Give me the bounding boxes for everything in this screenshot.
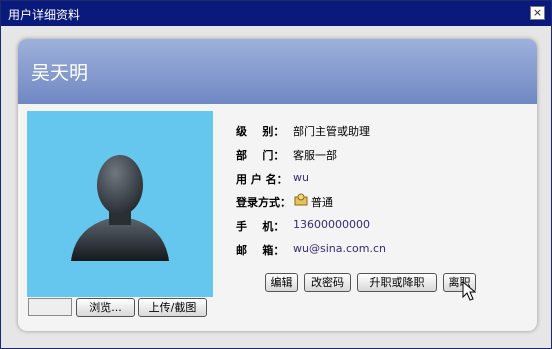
browse-button[interactable]: 浏览...: [76, 298, 135, 317]
profile-header: 吴天明: [18, 39, 537, 104]
mobile-value: 13600000000: [293, 218, 370, 231]
username-label: 用 户 名：: [236, 173, 288, 186]
user-detail-dialog: 用户详细资料 × 吴天明 浏览... 上传/截图 级 别： 部门主管或助理 部 …: [0, 0, 552, 349]
email-value: wu@sina.com.cn: [293, 242, 386, 255]
login-user-icon: [294, 193, 308, 206]
mouse-cursor-icon: [462, 281, 477, 301]
close-icon: ×: [532, 6, 543, 19]
login-label: 登录方式：: [236, 196, 291, 209]
email-label: 邮 箱：: [236, 244, 285, 257]
mobile-label: 手 机：: [236, 220, 285, 233]
file-path-field[interactable]: [28, 298, 72, 316]
user-silhouette-icon: [71, 155, 169, 261]
department-label: 部 门：: [236, 149, 285, 162]
change-password-button[interactable]: 改密码: [304, 273, 351, 292]
user-photo: [27, 111, 213, 297]
close-button[interactable]: ×: [530, 6, 545, 20]
department-value: 客服一部: [293, 149, 337, 162]
level-label: 级 别：: [236, 125, 285, 138]
edit-button[interactable]: 编辑: [265, 273, 298, 292]
profile-panel: 吴天明 浏览... 上传/截图 级 别： 部门主管或助理 部 门： 客服一部 用…: [18, 39, 537, 331]
username-value: wu: [293, 171, 309, 184]
login-value: 普通: [311, 196, 333, 209]
user-name: 吴天明: [31, 62, 89, 84]
level-value: 部门主管或助理: [293, 125, 370, 138]
window-title: 用户详细资料: [8, 8, 81, 22]
promote-demote-button[interactable]: 升职或降职: [357, 273, 437, 292]
title-bar[interactable]: 用户详细资料 ×: [1, 1, 551, 26]
upload-button[interactable]: 上传/截图: [138, 298, 207, 317]
